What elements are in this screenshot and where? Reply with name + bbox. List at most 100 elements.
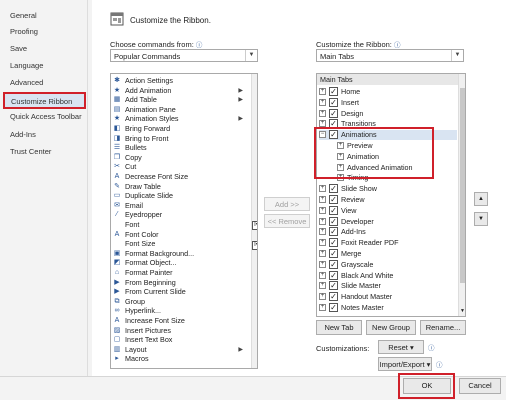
tree-tab-node[interactable]: + ✓ Foxit Reader PDF <box>319 238 457 248</box>
list-item[interactable]: ▦ Add Table ▶ <box>111 95 251 105</box>
list-item[interactable]: ▤ Animation Pane <box>111 105 251 115</box>
checkbox[interactable]: ✓ <box>329 227 338 237</box>
sidebar-item-quick-access-toolbar[interactable]: Quick Access Toolbar <box>10 112 82 121</box>
checkbox[interactable]: ✓ <box>329 292 338 302</box>
rename-button[interactable]: Rename... <box>420 320 466 335</box>
list-item[interactable]: ☰ Bullets <box>111 143 251 153</box>
sidebar-item-proofing[interactable]: Proofing <box>10 27 38 36</box>
list-item[interactable]: ✎ Draw Table <box>111 182 251 192</box>
checkbox[interactable]: ✓ <box>329 270 338 280</box>
tree-tab-node[interactable]: + ✓ Slide Show <box>319 184 457 194</box>
tree-tab-node[interactable]: + ✓ Notes Master <box>319 303 457 313</box>
sidebar-item-save[interactable]: Save <box>10 44 27 53</box>
new-tab-button[interactable]: New Tab <box>316 320 362 335</box>
checkbox[interactable]: ✓ <box>329 303 338 312</box>
checkbox[interactable]: ✓ <box>329 281 338 291</box>
expand-icon[interactable]: + <box>319 185 326 193</box>
new-group-button[interactable]: New Group <box>366 320 416 335</box>
ok-button[interactable]: OK <box>403 378 451 394</box>
checkbox[interactable]: ✓ <box>329 259 338 269</box>
list-item[interactable]: ✂ Cut <box>111 162 251 172</box>
ribbon-tree-scrollbar[interactable]: ▼ <box>458 74 465 316</box>
sidebar-item-add-ins[interactable]: Add-Ins <box>10 130 36 139</box>
checkbox[interactable]: ✓ <box>329 249 338 258</box>
remove-button[interactable]: << Remove <box>264 214 310 228</box>
tree-tab-node[interactable]: + ✓ View <box>319 205 457 216</box>
move-up-button[interactable]: ▲ <box>474 192 488 206</box>
checkbox[interactable]: ✓ <box>329 238 338 248</box>
tree-tab-node[interactable]: + ✓ Handout Master <box>319 292 457 302</box>
list-item[interactable]: ▣ Format Background... <box>111 249 251 259</box>
list-item[interactable]: Font Size <box>111 239 251 249</box>
expand-icon[interactable]: + <box>319 250 326 257</box>
scroll-thumb[interactable] <box>460 88 465 283</box>
expand-icon[interactable]: + <box>319 239 326 247</box>
list-item[interactable]: ◩ Format Object... <box>111 258 251 268</box>
sidebar-item-trust-center[interactable]: Trust Center <box>10 147 51 156</box>
commands-list[interactable]: ✱ Action Settings ★ Add Animation ▶ ▦ Add Tabl… <box>110 73 258 369</box>
list-item[interactable]: ⁄ Eyedropper <box>111 210 251 220</box>
list-item[interactable]: ❐ Copy <box>111 153 251 163</box>
sidebar-item-customize-ribbon[interactable]: Customize Ribbon <box>3 92 86 109</box>
list-item[interactable]: ⌂ Format Painter <box>111 268 251 278</box>
expand-icon[interactable]: + <box>319 109 326 117</box>
import-export-button[interactable]: Import/Export ▾ <box>378 357 432 371</box>
expand-icon[interactable]: + <box>319 304 326 311</box>
list-item[interactable]: A Increase Font Size <box>111 316 251 326</box>
tree-tab-node[interactable]: + ✓ Black And White <box>319 270 457 281</box>
ribbon-tabs-tree[interactable]: Main Tabs + ✓ Home + ✓ Insert + ✓ Design + ✓ Transi… <box>316 73 466 317</box>
reset-button[interactable]: Reset ▾ <box>378 340 424 354</box>
list-item[interactable]: ★ Animation Styles ▶ <box>111 114 251 124</box>
expand-icon[interactable]: + <box>319 206 326 214</box>
checkbox[interactable]: ✓ <box>329 87 338 96</box>
tree-tab-node[interactable]: + ✓ Home <box>319 87 457 97</box>
list-item[interactable]: ▢ Insert Text Box <box>111 335 251 345</box>
tree-tab-node[interactable]: + ✓ Insert <box>319 97 457 108</box>
expand-icon[interactable]: + <box>319 282 326 290</box>
list-item[interactable]: ▸ Macros <box>111 354 251 364</box>
list-item[interactable]: ▨ Insert Pictures <box>111 326 251 336</box>
list-item[interactable]: ◧ Bring Forward <box>111 124 251 134</box>
checkbox[interactable]: ✓ <box>329 216 338 226</box>
sidebar-item-language[interactable]: Language <box>10 61 43 70</box>
checkbox[interactable]: ✓ <box>329 97 338 107</box>
list-item[interactable]: Font <box>111 220 251 230</box>
expand-icon[interactable]: + <box>319 88 326 95</box>
list-item[interactable]: A Font Color <box>111 230 251 240</box>
expand-icon[interactable]: + <box>319 260 326 268</box>
expand-icon[interactable]: + <box>319 271 326 279</box>
list-item[interactable]: ∞ Hyperlink... <box>111 306 251 316</box>
tree-tab-node[interactable]: + ✓ Merge <box>319 249 457 259</box>
list-item[interactable]: ▭ Duplicate Slide <box>111 191 251 201</box>
cancel-button[interactable]: Cancel <box>459 378 501 394</box>
tree-tab-node[interactable]: + ✓ Design <box>319 108 457 119</box>
tree-tab-node[interactable]: + ✓ Grayscale <box>319 259 457 270</box>
tree-tab-node[interactable]: + ✓ Developer <box>319 216 457 227</box>
checkbox[interactable]: ✓ <box>329 195 338 204</box>
list-item[interactable]: ▶ From Beginning <box>111 278 251 288</box>
expand-icon[interactable]: + <box>319 293 326 301</box>
checkbox[interactable]: ✓ <box>329 205 338 215</box>
expand-icon[interactable]: + <box>319 217 326 225</box>
list-item[interactable]: ▶ From Current Slide <box>111 287 251 297</box>
list-item[interactable]: ✉ Email <box>111 201 251 211</box>
tree-tab-node[interactable]: + ✓ Slide Master <box>319 281 457 291</box>
sidebar-item-advanced[interactable]: Advanced <box>10 78 43 87</box>
choose-commands-dropdown[interactable]: Popular Commands ▼ <box>110 49 258 62</box>
customize-ribbon-dropdown[interactable]: Main Tabs ▼ <box>316 49 464 62</box>
expand-icon[interactable]: + <box>319 98 326 106</box>
checkbox[interactable]: ✓ <box>329 108 338 118</box>
list-item[interactable]: ✱ Action Settings <box>111 76 251 86</box>
scroll-down-arrow-icon[interactable]: ▼ <box>459 308 465 314</box>
list-item[interactable]: ▥ Layout ▶ <box>111 345 251 355</box>
tree-tab-node[interactable]: + ✓ Add-Ins <box>319 227 457 237</box>
list-item[interactable]: ★ Add Animation ▶ <box>111 86 251 96</box>
expand-icon[interactable]: + <box>319 228 326 236</box>
list-item[interactable]: ⧉ Group <box>111 297 251 307</box>
tree-tab-node[interactable]: + ✓ Review <box>319 195 457 205</box>
add-button[interactable]: Add >> <box>264 197 310 211</box>
list-item[interactable]: A Decrease Font Size <box>111 172 251 182</box>
list-item[interactable]: ◨ Bring to Front <box>111 134 251 144</box>
checkbox[interactable]: ✓ <box>329 184 338 194</box>
move-down-button[interactable]: ▼ <box>474 212 488 226</box>
